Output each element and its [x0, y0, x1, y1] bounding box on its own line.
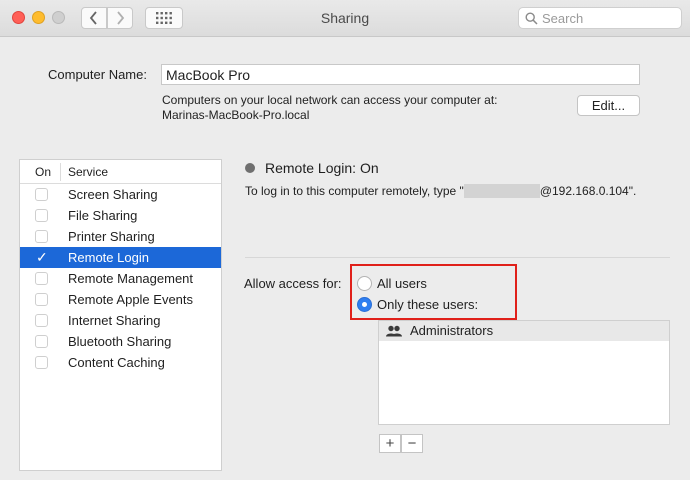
service-row-internet-sharing[interactable]: Internet Sharing — [20, 310, 221, 331]
login-instruction-suffix: @192.168.0.104". — [539, 184, 637, 198]
service-checkbox[interactable] — [35, 314, 48, 327]
service-label: Screen Sharing — [68, 187, 158, 202]
service-checkbox[interactable] — [35, 209, 48, 222]
service-label: Content Caching — [68, 355, 165, 370]
forward-button[interactable] — [107, 7, 133, 29]
show-all-button[interactable] — [145, 7, 183, 29]
radio-all-users-label[interactable]: All users — [377, 276, 427, 291]
service-status: Remote Login: On — [265, 160, 379, 176]
service-row-content-caching[interactable]: Content Caching — [20, 352, 221, 373]
allow-access-label: Allow access for: — [244, 276, 342, 291]
service-row-remote-apple-events[interactable]: Remote Apple Events — [20, 289, 221, 310]
service-label: File Sharing — [68, 208, 138, 223]
service-label: Internet Sharing — [68, 313, 161, 328]
service-label: Remote Management — [68, 271, 194, 286]
computer-name-field[interactable] — [161, 64, 640, 85]
service-label: Remote Apple Events — [68, 292, 194, 307]
redacted-username — [463, 184, 540, 198]
status-indicator-icon — [245, 163, 255, 173]
services-table-header: On Service — [20, 160, 221, 184]
search-icon — [525, 12, 538, 25]
login-instruction-prefix: To log in to this computer remotely, typ… — [245, 184, 464, 198]
service-checkbox[interactable] — [35, 293, 48, 306]
title-bar: Sharing — [0, 0, 690, 37]
search-box[interactable] — [518, 7, 682, 29]
chevron-left-icon — [89, 11, 97, 25]
checkmark-icon[interactable]: ✓ — [36, 249, 49, 265]
chevron-right-icon — [117, 11, 125, 25]
allowed-users-list[interactable]: Administrators — [378, 320, 670, 425]
service-label: Printer Sharing — [68, 229, 155, 244]
user-group-name: Administrators — [410, 323, 494, 338]
service-label: Bluetooth Sharing — [68, 334, 172, 349]
column-header-service[interactable]: Service — [68, 165, 108, 179]
service-checkbox[interactable] — [35, 188, 48, 201]
radio-only-these-users[interactable] — [357, 297, 372, 312]
column-divider — [60, 163, 61, 181]
close-window-button[interactable] — [12, 11, 25, 24]
computer-name-label: Computer Name: — [48, 67, 147, 82]
services-table: On Service Screen Sharing File Sharing P… — [19, 159, 222, 471]
minimize-window-button[interactable] — [32, 11, 45, 24]
add-user-button[interactable]: + — [379, 434, 401, 453]
service-row-printer-sharing[interactable]: Printer Sharing — [20, 226, 221, 247]
service-row-bluetooth-sharing[interactable]: Bluetooth Sharing — [20, 331, 221, 352]
network-info-text: Computers on your local network can acce… — [162, 93, 498, 107]
service-row-remote-management[interactable]: Remote Management — [20, 268, 221, 289]
radio-all-users[interactable] — [357, 276, 372, 291]
local-hostname: Marinas-MacBook-Pro.local — [162, 108, 310, 122]
remove-user-button[interactable]: − — [401, 434, 423, 453]
service-label: Remote Login — [68, 250, 149, 265]
column-header-on[interactable]: On — [35, 165, 51, 179]
service-checkbox[interactable] — [35, 272, 48, 285]
zoom-window-button[interactable] — [52, 11, 65, 24]
service-row-screen-sharing[interactable]: Screen Sharing — [20, 184, 221, 205]
section-divider — [245, 257, 670, 258]
service-row-file-sharing[interactable]: File Sharing — [20, 205, 221, 226]
grid-icon — [156, 12, 172, 24]
radio-only-these-users-label[interactable]: Only these users: — [377, 297, 478, 312]
list-item[interactable]: Administrators — [379, 321, 669, 341]
service-checkbox[interactable] — [35, 230, 48, 243]
service-checkbox[interactable] — [35, 335, 48, 348]
edit-hostname-button[interactable]: Edit... — [577, 95, 640, 116]
group-icon — [386, 325, 402, 337]
service-checkbox[interactable] — [35, 356, 48, 369]
back-button[interactable] — [81, 7, 107, 29]
service-row-remote-login[interactable]: ✓ Remote Login — [20, 247, 221, 268]
login-instruction: To log in to this computer remotely, typ… — [245, 184, 636, 198]
search-input[interactable] — [542, 10, 677, 26]
